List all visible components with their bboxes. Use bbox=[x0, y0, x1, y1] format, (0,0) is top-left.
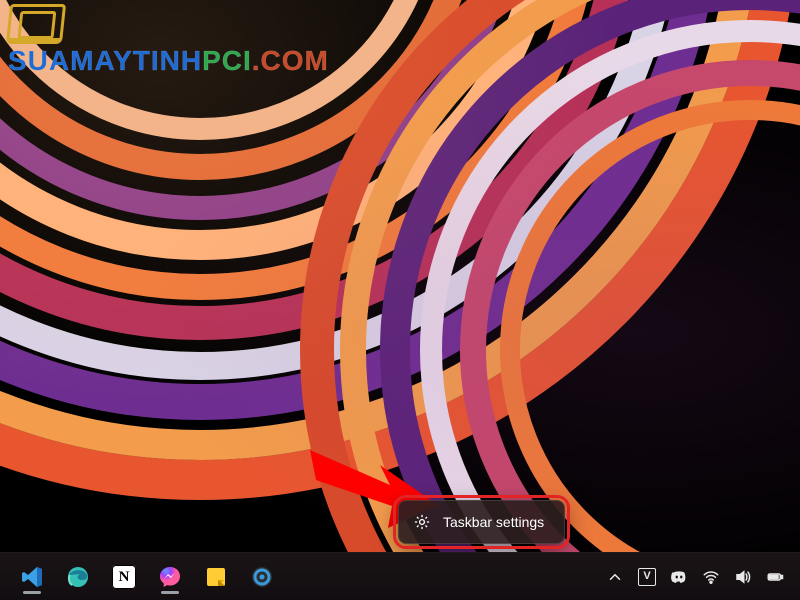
notion-letter: N bbox=[112, 565, 136, 589]
taskbar[interactable]: N V bbox=[0, 552, 800, 600]
gear-icon bbox=[413, 513, 431, 531]
taskbar-pinned-apps: N bbox=[0, 557, 282, 597]
chevron-up-icon bbox=[606, 568, 624, 586]
watermark-logo: SUAMAYTINHPCI.COM bbox=[8, 4, 329, 75]
watermark-text-2: PCI bbox=[202, 45, 252, 76]
taskbar-app-sticky-notes[interactable] bbox=[196, 557, 236, 597]
wifi-icon[interactable] bbox=[702, 568, 720, 586]
tray-overflow-button[interactable] bbox=[606, 568, 624, 586]
desktop-wallpaper[interactable] bbox=[0, 0, 800, 552]
taskbar-app-edge[interactable] bbox=[58, 557, 98, 597]
taskbar-settings-menuitem[interactable]: Taskbar settings bbox=[405, 507, 558, 537]
taskbar-settings-label: Taskbar settings bbox=[443, 514, 544, 530]
watermark-glyph bbox=[6, 4, 66, 44]
taskbar-app-messenger[interactable] bbox=[150, 557, 190, 597]
discord-icon[interactable] bbox=[670, 568, 688, 586]
taskbar-app-vscode[interactable] bbox=[12, 557, 52, 597]
watermark-text-3: .COM bbox=[252, 45, 329, 76]
system-tray: V bbox=[606, 568, 800, 586]
watermark-text-1: SUAMAYTINH bbox=[8, 45, 202, 76]
tray-v-indicator[interactable]: V bbox=[638, 568, 656, 586]
volume-icon[interactable] bbox=[734, 568, 752, 586]
battery-icon[interactable] bbox=[766, 568, 784, 586]
taskbar-context-menu: Taskbar settings bbox=[398, 500, 565, 544]
taskbar-app-settings[interactable] bbox=[242, 557, 282, 597]
taskbar-app-notion[interactable]: N bbox=[104, 557, 144, 597]
